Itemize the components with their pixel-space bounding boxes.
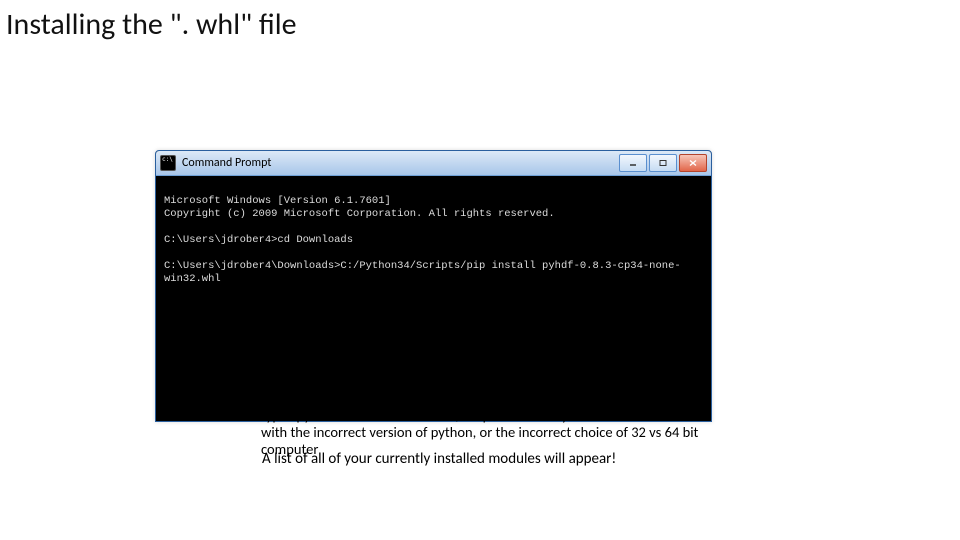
cmd-icon	[160, 155, 176, 171]
close-button[interactable]	[679, 154, 707, 172]
overlay-text-1: Navigate Open to your Command "Downloads…	[307, 329, 669, 346]
terminal-line: Copyright (c) 2009 Microsoft Corporation…	[164, 208, 555, 220]
terminal-line: C:\Users\jdrober4>cd Downloads	[164, 234, 353, 246]
terminal-line: Microsoft Windows [Version 6.1.7601]	[164, 195, 391, 207]
window-title: Command Prompt	[182, 156, 271, 170]
close-icon	[688, 159, 698, 167]
overlay-text-2: Install To Then, check the you ". whl" w…	[261, 356, 711, 458]
maximize-icon	[658, 159, 668, 167]
minimize-icon	[628, 159, 638, 167]
minimize-button[interactable]	[619, 154, 647, 172]
terminal-line: C:\Users\jdrober4\Downloads>C:/Python34/…	[164, 260, 681, 285]
footnote: A list of all of your currently installe…	[262, 450, 762, 468]
window-titlebar: Command Prompt	[156, 151, 711, 176]
terminal-body: Microsoft Windows [Version 6.1.7601] Cop…	[156, 176, 711, 305]
maximize-button[interactable]	[649, 154, 677, 172]
page-title: Installing the ". whl" file	[6, 6, 297, 43]
